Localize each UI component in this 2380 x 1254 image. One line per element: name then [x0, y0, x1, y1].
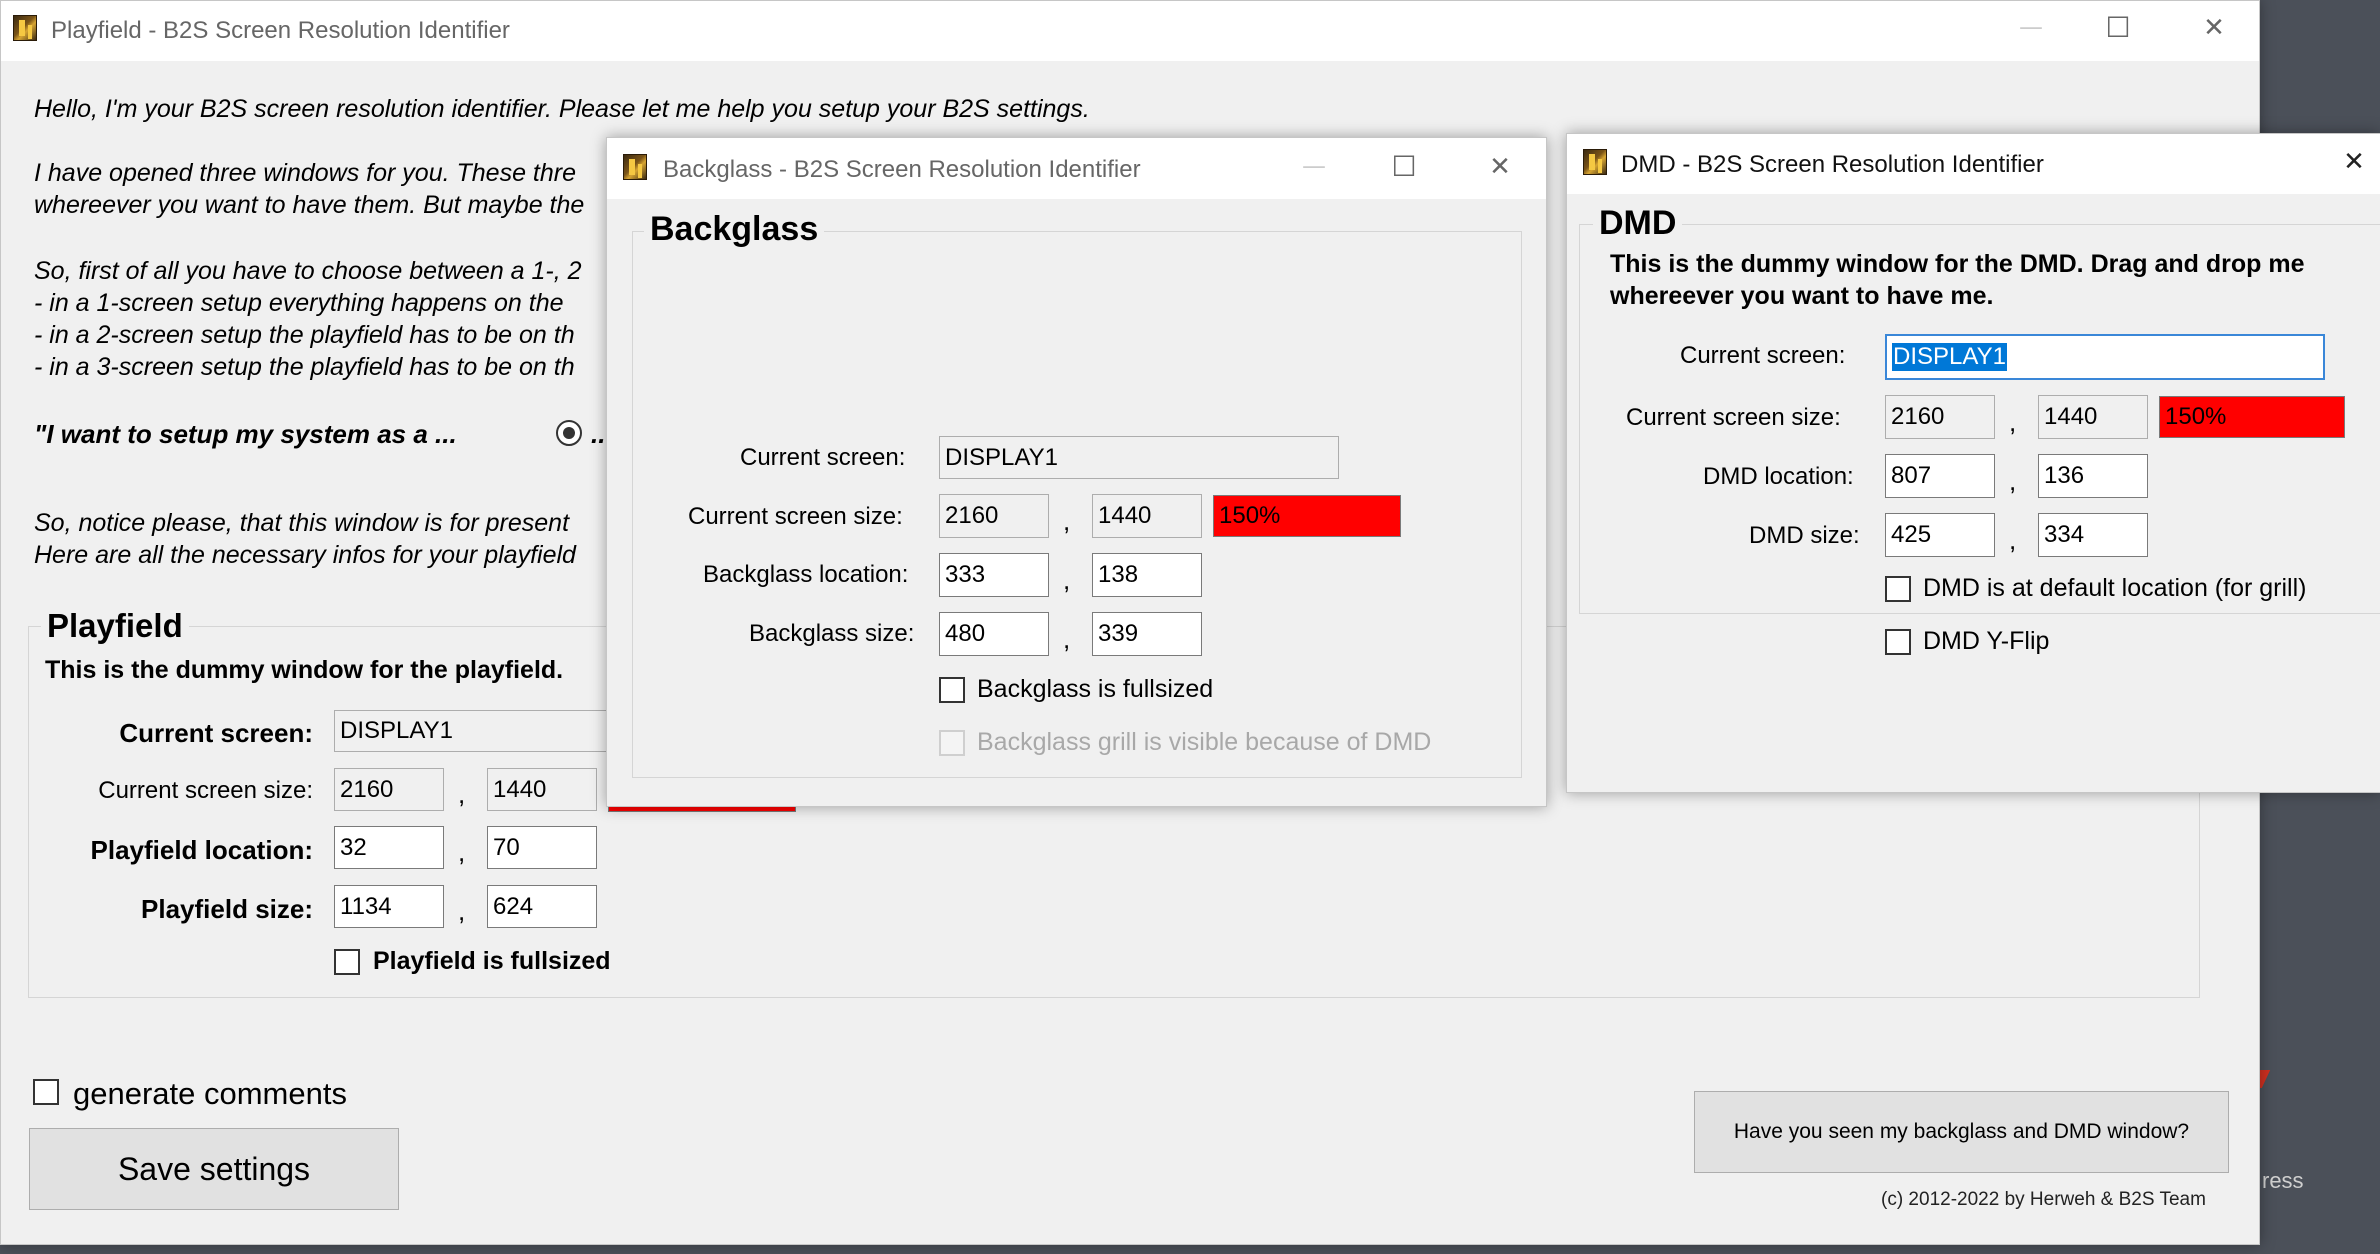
backglass-screen-height-field[interactable]: 1440: [1092, 494, 1202, 538]
app-icon: [13, 15, 37, 41]
dmd-desc-line2: whereever you want to have me.: [1610, 282, 1994, 310]
para2-line2: - in a 1-screen setup everything happens…: [34, 289, 564, 317]
generate-comments-label: generate comments: [73, 1076, 347, 1111]
backglass-size-h-field[interactable]: 339: [1092, 612, 1202, 656]
backglass-titlebar[interactable]: Backglass - B2S Screen Resolution Identi…: [607, 138, 1546, 199]
playfield-screen-width-field[interactable]: 2160: [334, 768, 444, 811]
dmd-desc-line1: This is the dummy window for the DMD. Dr…: [1610, 250, 2305, 278]
dmd-scale-badge: 150%: [2159, 396, 2345, 438]
playfield-title: Playfield - B2S Screen Resolution Identi…: [51, 17, 510, 44]
dmd-location-label: DMD location:: [1703, 463, 1854, 490]
dmd-yflip-label: DMD Y-Flip: [1923, 627, 2050, 655]
intro-text: Hello, I'm your B2S screen resolution id…: [34, 95, 1090, 123]
setup-radio[interactable]: [556, 420, 582, 446]
para2-line1: So, first of all you have to choose betw…: [34, 257, 582, 285]
dmd-size-h-field[interactable]: 334: [2038, 513, 2148, 557]
notice-line1: So, notice please, that this window is f…: [34, 509, 570, 537]
backglass-grill-checkbox: [939, 730, 965, 756]
close-icon[interactable]: ✕: [2189, 13, 2239, 43]
comma: ,: [458, 779, 466, 809]
backglass-size-w-field[interactable]: 480: [939, 612, 1049, 656]
dmd-screen-size-label: Current screen size:: [1626, 404, 1841, 431]
backglass-scale-badge: 150%: [1213, 495, 1401, 537]
minimize-icon[interactable]: —: [1289, 152, 1339, 180]
comma: ,: [458, 896, 466, 926]
close-icon[interactable]: ✕: [2329, 147, 2379, 177]
comma: ,: [2009, 525, 2017, 555]
playfield-location-label: Playfield location:: [90, 835, 314, 865]
setup-question: "I want to setup my system as a ...: [34, 419, 457, 449]
dmd-yflip-checkbox[interactable]: [1885, 629, 1911, 655]
dmd-current-screen-value: DISPLAY1: [1892, 343, 2007, 371]
backglass-location-x-field[interactable]: 333: [939, 553, 1049, 597]
para1-line2: whereever you want to have them. But may…: [34, 191, 585, 219]
close-icon[interactable]: ✕: [1475, 152, 1525, 182]
copyright-text: (c) 2012-2022 by Herweh & B2S Team: [1881, 1189, 2206, 1210]
dmd-current-screen-label: Current screen:: [1680, 342, 1846, 369]
para1-line1: I have opened three windows for you. The…: [34, 159, 576, 187]
para2-line4: - in a 3-screen setup the playfield has …: [34, 353, 575, 381]
dmd-titlebar[interactable]: DMD - B2S Screen Resolution Identifier ✕: [1567, 134, 2380, 194]
comma: ,: [1063, 506, 1071, 536]
notice-line2: Here are all the necessary infos for you…: [34, 541, 576, 569]
dmd-size-w-field[interactable]: 425: [1885, 513, 1995, 557]
seen-windows-button[interactable]: Have you seen my backglass and DMD windo…: [1694, 1091, 2229, 1173]
backglass-fullsized-label: Backglass is fullsized: [977, 675, 1214, 703]
backglass-screen-width-field[interactable]: 2160: [939, 494, 1049, 538]
playfield-current-screen-field[interactable]: DISPLAY1: [334, 710, 624, 752]
backglass-title: Backglass - B2S Screen Resolution Identi…: [663, 156, 1141, 183]
backglass-size-label: Backglass size:: [749, 620, 915, 647]
playfield-group-title: Playfield: [41, 607, 189, 645]
backglass-window: Backglass - B2S Screen Resolution Identi…: [606, 137, 1547, 807]
dmd-screen-width-field[interactable]: 2160: [1885, 395, 1995, 439]
backglass-grill-label: Backglass grill is visible because of DM…: [977, 728, 1432, 756]
playfield-group-desc: This is the dummy window for the playfie…: [45, 656, 564, 684]
dmd-current-screen-field[interactable]: DISPLAY1: [1885, 334, 2325, 380]
app-icon: [1583, 149, 1607, 175]
playfield-location-y-field[interactable]: 70: [487, 826, 597, 869]
dmd-title: DMD - B2S Screen Resolution Identifier: [1621, 151, 2044, 178]
minimize-icon[interactable]: —: [2006, 13, 2056, 41]
playfield-fullsized-checkbox[interactable]: [334, 949, 360, 975]
maximize-icon[interactable]: ☐: [2093, 11, 2143, 44]
playfield-size-w-field[interactable]: 1134: [334, 885, 444, 928]
dmd-screen-height-field[interactable]: 1440: [2038, 395, 2148, 439]
comma: ,: [1063, 624, 1071, 654]
dmd-group-title: DMD: [1593, 204, 1683, 243]
playfield-size-h-field[interactable]: 624: [487, 885, 597, 928]
maximize-icon[interactable]: ☐: [1379, 150, 1429, 183]
generate-comments-checkbox[interactable]: [33, 1079, 59, 1105]
playfield-screen-size-label: Current screen size:: [98, 777, 313, 804]
playfield-fullsized-label: Playfield is fullsized: [373, 947, 611, 975]
save-settings-button[interactable]: Save settings: [29, 1128, 399, 1210]
backglass-location-y-field[interactable]: 138: [1092, 553, 1202, 597]
dmd-location-y-field[interactable]: 136: [2038, 454, 2148, 498]
comma: ,: [2009, 466, 2017, 496]
comma: ,: [2009, 407, 2017, 437]
playfield-size-label: Playfield size:: [141, 894, 313, 924]
playfield-location-x-field[interactable]: 32: [334, 826, 444, 869]
dmd-default-location-label: DMD is at default location (for grill): [1923, 574, 2307, 602]
backglass-current-screen-field[interactable]: DISPLAY1: [939, 436, 1339, 479]
dmd-location-x-field[interactable]: 807: [1885, 454, 1995, 498]
backglass-group-title: Backglass: [644, 210, 825, 249]
backglass-location-label: Backglass location:: [703, 561, 909, 588]
dmd-default-location-checkbox[interactable]: [1885, 576, 1911, 602]
desktop-partial-text: ress: [2262, 1168, 2304, 1193]
comma: ,: [1063, 565, 1071, 595]
playfield-titlebar[interactable]: Playfield - B2S Screen Resolution Identi…: [1, 1, 2259, 61]
playfield-screen-height-field[interactable]: 1440: [487, 768, 597, 811]
app-icon: [623, 154, 647, 180]
comma: ,: [458, 837, 466, 867]
dmd-size-label: DMD size:: [1749, 522, 1860, 549]
dmd-window: DMD - B2S Screen Resolution Identifier ✕…: [1566, 133, 2380, 793]
playfield-current-screen-label: Current screen:: [119, 718, 313, 748]
backglass-fullsized-checkbox[interactable]: [939, 677, 965, 703]
para2-line3: - in a 2-screen setup the playfield has …: [34, 321, 575, 349]
